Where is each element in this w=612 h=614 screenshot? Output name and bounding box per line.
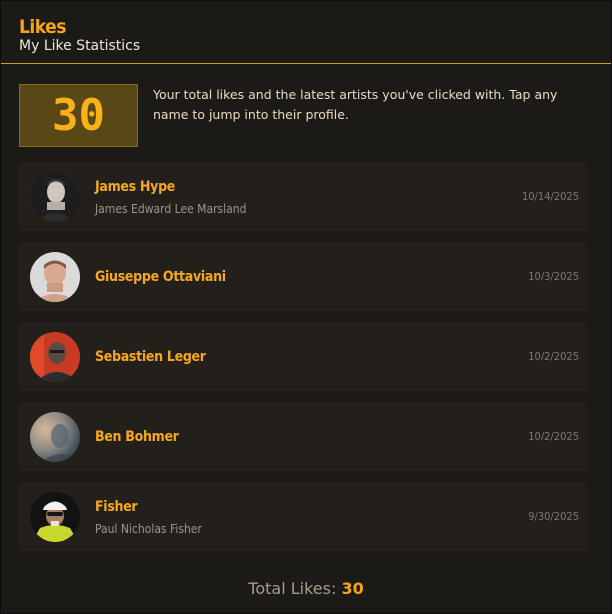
artist-row[interactable]: Ben Bohmer 10/2/2025 [19, 402, 588, 471]
artist-name[interactable]: Giuseppe Ottaviani [95, 269, 226, 285]
artist-real-name: James Edward Lee Marsland [95, 202, 247, 216]
artist-avatar[interactable] [30, 172, 80, 222]
artist-name[interactable]: Fisher [95, 499, 138, 515]
artist-row[interactable]: Fisher Paul Nicholas Fisher 9/30/2025 [19, 482, 588, 551]
artist-avatar[interactable] [30, 492, 80, 542]
liked-artists-list: James Hype James Edward Lee Marsland 10/… [19, 162, 588, 562]
total-likes-footer: Total Likes: 30 [1, 579, 611, 598]
artist-row[interactable]: Giuseppe Ottaviani 10/3/2025 [19, 242, 588, 311]
artist-avatar[interactable] [30, 332, 80, 382]
like-date: 10/3/2025 [528, 270, 579, 283]
like-date: 10/2/2025 [528, 430, 579, 443]
intro-text: Your total likes and the latest artists … [153, 87, 558, 122]
total-likes-value: 30 [341, 579, 364, 598]
likes-panel: Likes My Like Statistics 30 Your total l… [0, 0, 612, 614]
artist-avatar[interactable] [30, 412, 80, 462]
artist-name[interactable]: Ben Bohmer [95, 429, 179, 445]
like-date: 10/2/2025 [528, 350, 579, 363]
artist-name[interactable]: James Hype [95, 179, 175, 195]
total-likes-counter: 30 [19, 84, 138, 147]
panel-header: Likes My Like Statistics [1, 1, 611, 64]
artist-real-name: Paul Nicholas Fisher [95, 522, 202, 536]
artist-row[interactable]: James Hype James Edward Lee Marsland 10/… [19, 162, 588, 231]
like-date: 9/30/2025 [528, 510, 579, 523]
total-likes-label: Total Likes: [248, 579, 337, 598]
page-subtitle: My Like Statistics [19, 38, 141, 54]
like-date: 10/14/2025 [521, 190, 579, 203]
artist-avatar[interactable] [30, 252, 80, 302]
page-title: Likes [19, 16, 66, 38]
artist-row[interactable]: Sebastien Leger 10/2/2025 [19, 322, 588, 391]
artist-name[interactable]: Sebastien Leger [95, 349, 206, 365]
